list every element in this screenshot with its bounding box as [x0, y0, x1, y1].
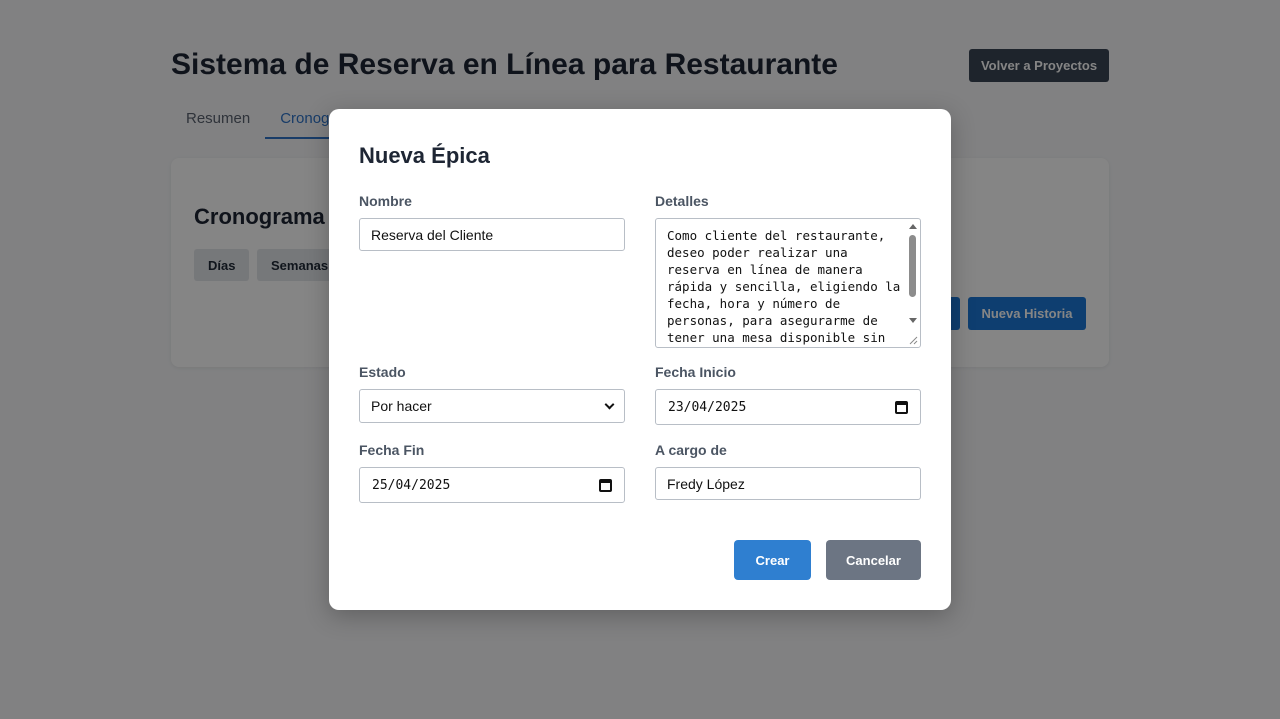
resize-handle-icon[interactable]	[908, 335, 918, 345]
estado-select[interactable]: Por hacer	[359, 389, 625, 423]
calendar-icon[interactable]	[895, 400, 908, 414]
scroll-down-arrow-icon[interactable]	[909, 318, 917, 323]
a-cargo-label: A cargo de	[655, 442, 727, 458]
a-cargo-input[interactable]	[655, 467, 921, 500]
fecha-inicio-label: Fecha Inicio	[655, 364, 736, 380]
estado-label: Estado	[359, 364, 406, 380]
textarea-scrollbar[interactable]	[907, 221, 918, 343]
new-epic-modal: Nueva Épica Nombre Detalles Como cliente…	[329, 109, 951, 610]
chevron-down-icon	[604, 399, 615, 409]
fecha-inicio-value: 23/04/2025	[668, 399, 747, 415]
nombre-label: Nombre	[359, 193, 412, 209]
scroll-thumb[interactable]	[909, 235, 916, 297]
cancel-button[interactable]: Cancelar	[826, 540, 921, 580]
detalles-text: Como cliente del restaurante, deseo pode…	[667, 228, 908, 345]
fecha-fin-input[interactable]: 25/04/2025	[359, 467, 625, 503]
fecha-fin-label: Fecha Fin	[359, 442, 425, 458]
detalles-textarea[interactable]: Como cliente del restaurante, deseo pode…	[655, 218, 921, 348]
nombre-input[interactable]	[359, 218, 625, 251]
create-button[interactable]: Crear	[734, 540, 811, 580]
scroll-up-arrow-icon[interactable]	[909, 224, 917, 229]
estado-selected-value: Por hacer	[371, 398, 432, 414]
fecha-inicio-input[interactable]: 23/04/2025	[655, 389, 921, 425]
calendar-icon[interactable]	[599, 478, 612, 492]
fecha-fin-value: 25/04/2025	[372, 477, 451, 493]
modal-title: Nueva Épica	[359, 143, 490, 168]
detalles-label: Detalles	[655, 193, 709, 209]
